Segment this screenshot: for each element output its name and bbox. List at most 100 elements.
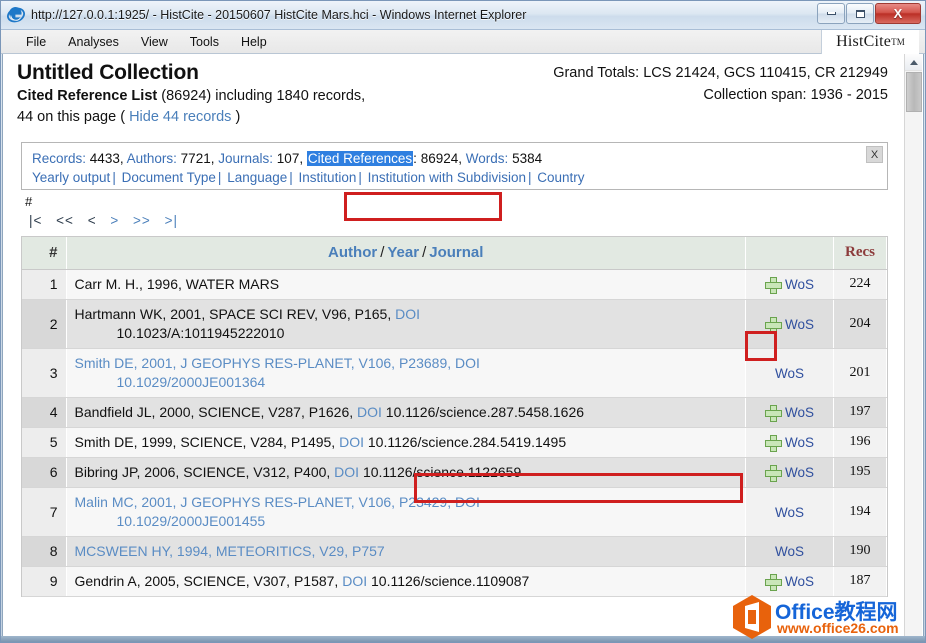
- link-language[interactable]: Language: [227, 170, 287, 185]
- wos-link[interactable]: WoS: [785, 277, 814, 292]
- page-record-count: 44 on this page ( Hide 44 records ): [17, 107, 890, 128]
- pager-next-block[interactable]: >>: [133, 213, 151, 228]
- table-row: 3 Smith DE, 2001, J GEOPHYS RES-PLANET, V…: [22, 348, 887, 398]
- recs-count: 204: [833, 299, 887, 349]
- plus-icon-center: [770, 471, 774, 474]
- records-label: Records:: [32, 151, 87, 166]
- pager-prev-block[interactable]: <<: [56, 213, 74, 228]
- reference-citation: Bibring JP, 2006, SCIENCE, V312, P400,: [74, 463, 331, 480]
- wos-link[interactable]: WoS: [785, 465, 814, 480]
- reference-cell[interactable]: MCSWEEN HY, 1994, METEORITICS, V29, P757: [66, 536, 746, 567]
- add-record-icon[interactable]: [764, 405, 782, 422]
- menu-item-file[interactable]: File: [15, 33, 57, 51]
- menu-item-analyses[interactable]: Analyses: [57, 33, 130, 51]
- reference-cell[interactable]: Smith DE, 1999, SCIENCE, V284, P1495, DO…: [66, 427, 746, 458]
- menu-item-view[interactable]: View: [130, 33, 179, 51]
- wos-link[interactable]: WoS: [785, 435, 814, 450]
- plus-icon-center: [770, 322, 774, 326]
- reference-cell[interactable]: Bandfield JL, 2000, SCIENCE, V287, P1626…: [66, 397, 746, 428]
- close-button[interactable]: X: [875, 3, 921, 24]
- wos-link[interactable]: WoS: [775, 544, 804, 559]
- reference-citation: Gendrin A, 2005, SCIENCE, V307, P1587,: [74, 572, 339, 589]
- add-record-icon[interactable]: [764, 435, 782, 452]
- doi-link[interactable]: DOI: [357, 404, 382, 420]
- sort-by-year[interactable]: Year: [387, 244, 419, 261]
- page-content: Untitled Collection Cited Reference List…: [3, 54, 900, 642]
- wos-cell: WoS: [745, 348, 834, 398]
- link-institution-subdiv[interactable]: Institution with Subdivision: [368, 170, 526, 185]
- pager-last[interactable]: >|: [165, 213, 178, 228]
- reference-cell[interactable]: Hartmann WK, 2001, SPACE SCI REV, V96, P…: [66, 299, 746, 349]
- pager-first[interactable]: |<: [29, 213, 42, 228]
- reference-cell[interactable]: Carr M. H., 1996, WATER MARS: [66, 269, 746, 300]
- wos-cell: WoS: [745, 457, 834, 488]
- link-document-type[interactable]: Document Type: [122, 170, 216, 185]
- pager-next[interactable]: >: [110, 213, 119, 228]
- authors-label: Authors:: [126, 151, 177, 166]
- recs-count: 197: [833, 397, 887, 428]
- menu-item-help[interactable]: Help: [230, 33, 278, 51]
- reference-cell[interactable]: Malin MC, 2001, J GEOPHYS RES-PLANET, V1…: [66, 487, 746, 537]
- reference-citation: Carr M. H., 1996, WATER MARS: [74, 275, 280, 292]
- doi-link[interactable]: DOI: [342, 573, 367, 589]
- scroll-up-button[interactable]: [905, 54, 922, 71]
- maximize-button[interactable]: [846, 3, 874, 24]
- add-record-icon[interactable]: [764, 465, 782, 482]
- add-record-icon[interactable]: [764, 574, 782, 591]
- pager-prev[interactable]: <: [88, 213, 97, 228]
- doi-link[interactable]: DOI: [455, 494, 480, 510]
- cited-references-link[interactable]: Cited References: [306, 151, 414, 166]
- window-title: http://127.0.0.1:1925/ - HistCite - 2015…: [31, 8, 527, 22]
- doi-value: 10.1029/2000JE001455: [116, 512, 266, 529]
- page-count-text: 44 on this page (: [17, 109, 126, 125]
- doi-link[interactable]: DOI: [339, 434, 364, 450]
- pagination-controls: |< << < > >> >|: [3, 210, 900, 236]
- page-header: Untitled Collection Cited Reference List…: [3, 60, 900, 136]
- taskbar-strip: [1, 636, 925, 642]
- internet-explorer-icon: [7, 6, 25, 23]
- wos-link[interactable]: WoS: [785, 317, 814, 332]
- minimize-button[interactable]: [817, 3, 845, 24]
- statistics-links-line: Yearly output | Document Type | Language | …: [32, 170, 585, 185]
- link-country[interactable]: Country: [537, 170, 584, 185]
- doi-link[interactable]: DOI: [395, 306, 420, 322]
- wos-link[interactable]: WoS: [785, 405, 814, 420]
- vertical-scrollbar[interactable]: [904, 54, 922, 642]
- scrollbar-thumb[interactable]: [906, 72, 922, 112]
- reference-cell[interactable]: Smith DE, 2001, J GEOPHYS RES-PLANET, V1…: [66, 348, 746, 398]
- sort-by-author[interactable]: Author: [328, 244, 377, 261]
- table-row: 2 Hartmann WK, 2001, SPACE SCI REV, V96, …: [22, 299, 887, 349]
- plus-icon-center: [770, 411, 774, 414]
- row-number: 8: [22, 536, 67, 567]
- reference-cell[interactable]: Gendrin A, 2005, SCIENCE, V307, P1587, D…: [66, 566, 746, 597]
- row-number: 3: [22, 348, 67, 398]
- cited-reference-table: # Author / Year / Journal Recs 1 Carr M. H., …: [22, 237, 887, 597]
- doi-link[interactable]: DOI: [455, 355, 480, 371]
- doi-link[interactable]: DOI: [334, 464, 359, 480]
- row-number: 4: [22, 397, 67, 428]
- link-yearly-output[interactable]: Yearly output: [32, 170, 110, 185]
- plus-icon-center: [770, 580, 774, 583]
- sort-by-journal[interactable]: Journal: [429, 244, 483, 261]
- close-icon[interactable]: X: [866, 146, 883, 163]
- plus-icon-center: [770, 283, 774, 286]
- wos-link[interactable]: WoS: [785, 574, 814, 589]
- plus-icon-center: [770, 441, 774, 444]
- wos-link[interactable]: WoS: [775, 366, 804, 381]
- recs-count: 187: [833, 566, 887, 597]
- statistics-counts-line: Records: 4433, Authors: 7721, Journals: …: [32, 151, 543, 166]
- recs-count: 190: [833, 536, 887, 567]
- wos-link[interactable]: WoS: [775, 505, 804, 520]
- chevron-up-icon: [909, 59, 918, 65]
- restore-icon: [855, 9, 865, 18]
- menu-item-tools[interactable]: Tools: [179, 33, 230, 51]
- link-institution[interactable]: Institution: [299, 170, 357, 185]
- reference-cell[interactable]: Bibring JP, 2006, SCIENCE, V312, P400, D…: [66, 457, 746, 488]
- table-row: 9 Gendrin A, 2005, SCIENCE, V307, P1587, …: [22, 566, 887, 597]
- recs-count: 196: [833, 427, 887, 458]
- hide-records-link[interactable]: Hide 44 records: [129, 109, 231, 125]
- grand-totals-block: Grand Totals: LCS 21424, GCS 110415, CR …: [553, 62, 888, 106]
- add-record-icon[interactable]: [764, 316, 782, 334]
- list-title: Cited Reference List: [17, 88, 158, 104]
- add-record-icon[interactable]: [764, 277, 782, 294]
